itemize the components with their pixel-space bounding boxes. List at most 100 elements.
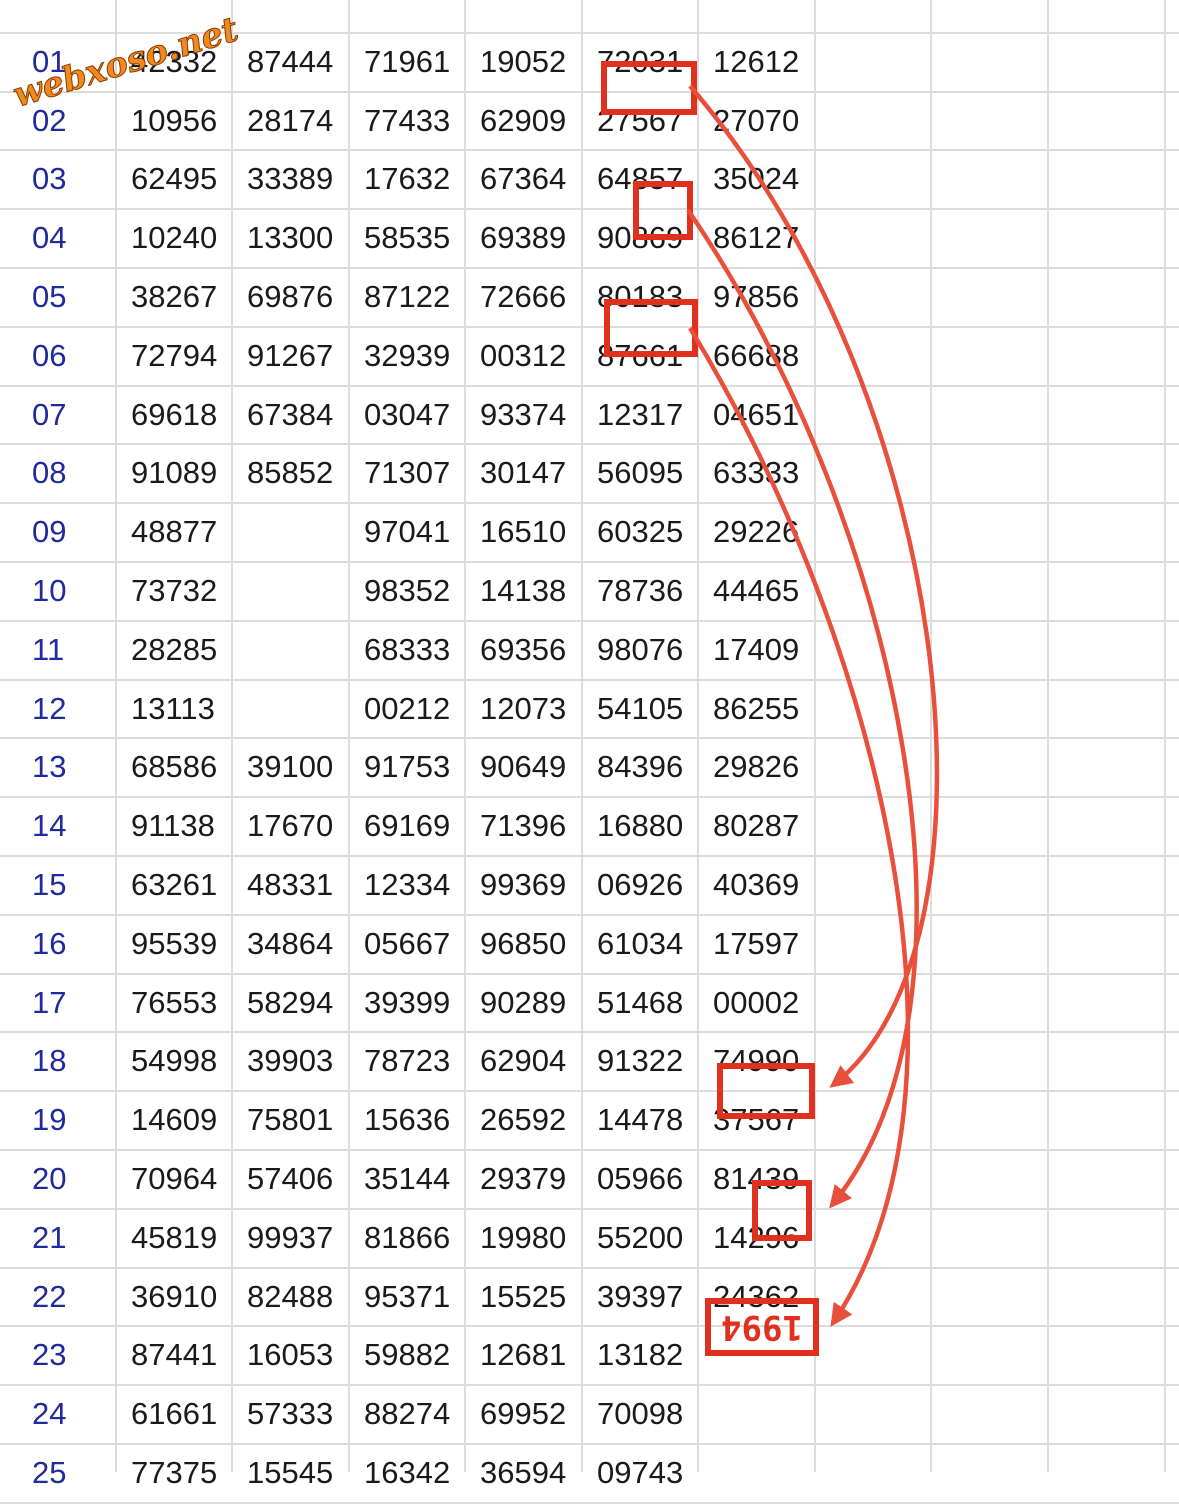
table-cell: 69952: [480, 1396, 567, 1432]
table-cell: 61034: [597, 925, 684, 961]
table-cell: 12073: [480, 690, 567, 726]
table-cell: 40369: [713, 867, 800, 902]
row-label: 17: [32, 984, 67, 1020]
table-cell: 90289: [480, 984, 567, 1020]
table-cell: 69389: [480, 220, 567, 256]
table-cell: 27070: [713, 102, 800, 138]
table-cell: 36594: [480, 1455, 567, 1490]
table-cell: 91089: [131, 455, 218, 491]
table-cell: 98076: [597, 631, 684, 667]
table-cell: 12681: [480, 1337, 567, 1373]
table-cell: 10240: [131, 220, 218, 256]
table-cell: 97856: [713, 279, 800, 314]
table-cell: 39399: [364, 984, 451, 1020]
row-label: 08: [32, 455, 67, 491]
row-label: 06: [32, 337, 67, 373]
row-label: 19: [32, 1102, 67, 1138]
table-cell: 95371: [364, 1278, 451, 1314]
table-cell: 98352: [364, 573, 451, 608]
table-cell: 90649: [480, 749, 567, 785]
table-cell: 57333: [247, 1396, 334, 1432]
table-cell: 28285: [131, 631, 218, 667]
table-cell: 87122: [364, 279, 451, 314]
table-cell: [232, 680, 349, 739]
table-cell: 87441: [131, 1337, 218, 1373]
table-cell: 29226: [713, 514, 800, 550]
table-cell: [698, 1385, 815, 1444]
table-cell: 68333: [364, 631, 451, 667]
table-cell: 82488: [247, 1278, 334, 1314]
table-cell: 38267: [131, 279, 218, 314]
table-cell: 69356: [480, 631, 567, 667]
table-cell: 71307: [364, 455, 451, 491]
table-cell: 16053: [247, 1337, 334, 1373]
table-cell: 17670: [247, 808, 334, 844]
table-cell: 87444: [247, 43, 334, 79]
table-cell: 71396: [480, 808, 567, 844]
table-cell: 67364: [480, 161, 567, 197]
column-divider: [930, 0, 932, 1472]
table-cell: 99369: [480, 867, 567, 902]
table-cell: 27567: [597, 102, 684, 138]
table-cell: 06926: [597, 867, 684, 902]
table-cell: 67384: [247, 396, 334, 432]
table-cell: 17597: [713, 925, 800, 961]
table-cell: 69618: [131, 396, 218, 432]
table-cell: 77375: [131, 1455, 218, 1490]
table-cell: 15545: [247, 1455, 334, 1490]
table-cell: 86127: [713, 220, 800, 256]
row-label: 03: [32, 161, 67, 197]
table-cell: 76553: [131, 984, 218, 1020]
row-label: 24: [32, 1396, 67, 1432]
table-cell: 90869: [597, 220, 684, 256]
table-cell: 28174: [247, 102, 334, 138]
table-cell: 58294: [247, 984, 334, 1020]
table-cell: 13113: [131, 690, 215, 726]
table-cell: 35144: [364, 1161, 451, 1196]
table-cell: 60325: [597, 514, 684, 550]
table-cell: 39903: [247, 1043, 334, 1079]
table-cell: 39397: [597, 1278, 684, 1314]
table-cell: 13300: [247, 220, 334, 256]
table-cell: [232, 621, 349, 680]
table-cell: 55200: [597, 1219, 684, 1255]
table-cell: 15636: [364, 1102, 451, 1138]
table-cell: 13182: [597, 1337, 684, 1373]
table-cell: 62909: [480, 102, 567, 138]
table-cell: 91753: [364, 749, 451, 785]
table-cell: 15525: [480, 1278, 567, 1314]
table-cell: 87661: [597, 337, 684, 373]
table-cell: 34864: [247, 925, 334, 961]
table-cell: 86255: [713, 690, 800, 726]
table-cell: 73732: [131, 573, 218, 608]
row-label: 20: [32, 1161, 67, 1196]
table-cell: 93374: [480, 396, 567, 432]
table-cell: 59882: [364, 1337, 451, 1373]
row-label: 23: [32, 1337, 67, 1373]
row-label: 16: [32, 925, 67, 961]
row-label: 07: [32, 396, 67, 432]
table-cell: 74990: [713, 1043, 800, 1079]
table-cell: 00002: [713, 984, 800, 1020]
row-label: 13: [32, 749, 67, 785]
table-cell: 14609: [131, 1102, 218, 1138]
row-label: 09: [32, 514, 67, 550]
table-cell: 16342: [364, 1455, 451, 1490]
table-cell: 26592: [480, 1102, 567, 1138]
table-cell: 66688: [713, 337, 800, 373]
table-cell: 17632: [364, 161, 451, 197]
table-cell: 32939: [364, 337, 451, 373]
table-cell: 09743: [597, 1455, 684, 1490]
table-cell: 75801: [247, 1102, 334, 1138]
table-cell: 62495: [131, 161, 218, 197]
table-cell: 63333: [713, 455, 800, 491]
row-label: 22: [32, 1278, 67, 1314]
row-label: 18: [32, 1043, 67, 1079]
table-cell: 03047: [364, 396, 451, 432]
row-label: 12: [32, 690, 67, 726]
table-cell: 00312: [480, 337, 567, 373]
table-cell: 85852: [247, 455, 334, 491]
table-cell: 29379: [480, 1161, 567, 1196]
table-cell: 16510: [480, 514, 567, 550]
row-label: 01: [32, 43, 67, 79]
